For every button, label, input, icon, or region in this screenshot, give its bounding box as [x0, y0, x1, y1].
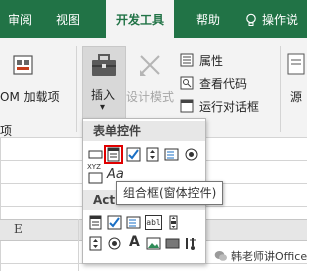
label-icon[interactable]: Aa: [107, 167, 124, 182]
controls-group-label-partial: 项: [0, 124, 13, 138]
checkbox-icon[interactable]: [125, 146, 142, 163]
image-icon[interactable]: [145, 235, 162, 252]
activex-combo-box-icon[interactable]: [87, 214, 104, 231]
ribbon-tab-bar: 审阅 视图 开发工具 帮助 操作说: [0, 0, 307, 38]
com-addins-icon: [13, 55, 33, 75]
watermark: 韩老师讲Office: [214, 247, 307, 265]
wechat-icon: [214, 251, 227, 261]
scroll-bar-icon[interactable]: [165, 214, 182, 231]
combo-box-tooltip: 组合框(窗体控件): [116, 181, 224, 205]
watermark-text: 韩老师讲Office: [231, 250, 308, 263]
tab-developer[interactable]: 开发工具: [106, 0, 175, 38]
column-header-e[interactable]: E: [14, 222, 23, 236]
option-button-icon[interactable]: [183, 146, 200, 163]
chevron-down-icon: ▾: [100, 102, 106, 113]
toggle-button-icon[interactable]: [164, 235, 181, 252]
activex-checkbox-icon[interactable]: [106, 214, 123, 231]
toolbox-icon: [92, 54, 116, 76]
view-code-button[interactable]: 查看代码: [199, 75, 247, 92]
activex-spin-button-icon[interactable]: [87, 235, 104, 252]
button-icon[interactable]: [87, 146, 104, 163]
ribbon-separator: [280, 46, 281, 132]
run-dialog-icon: [180, 99, 194, 113]
activex-list-box-icon[interactable]: [125, 214, 142, 231]
source-icon: [287, 53, 305, 75]
source-button[interactable]: 源: [290, 88, 302, 105]
group-box-text: XYZ: [87, 163, 101, 171]
form-controls-header: 表单控件: [83, 121, 205, 141]
activex-option-button-icon[interactable]: [106, 235, 123, 252]
properties-icon: [180, 53, 194, 67]
tab-help[interactable]: 帮助: [196, 0, 220, 38]
insert-label: 插入: [91, 88, 116, 102]
textbox-icon[interactable]: abl: [145, 215, 162, 230]
lightbulb-icon: [246, 13, 256, 26]
tab-tell-me[interactable]: 操作说: [262, 0, 298, 38]
run-dialog-button[interactable]: 运行对话框: [199, 98, 259, 115]
more-controls-icon[interactable]: [183, 235, 200, 252]
spin-button-icon[interactable]: [144, 146, 161, 163]
design-mode-button[interactable]: 设计模式: [126, 88, 174, 105]
tab-review[interactable]: 审阅: [8, 0, 32, 38]
activex-label-icon[interactable]: A: [129, 234, 140, 250]
properties-button[interactable]: 属性: [199, 52, 223, 69]
ribbon-separator: [76, 46, 77, 132]
design-mode-icon: [140, 55, 160, 76]
list-box-icon[interactable]: [163, 146, 180, 163]
com-addins-button[interactable]: OM 加载项: [0, 88, 60, 105]
view-code-icon: [180, 76, 194, 90]
combo-box-icon[interactable]: [104, 145, 123, 164]
tab-view[interactable]: 视图: [56, 0, 80, 38]
